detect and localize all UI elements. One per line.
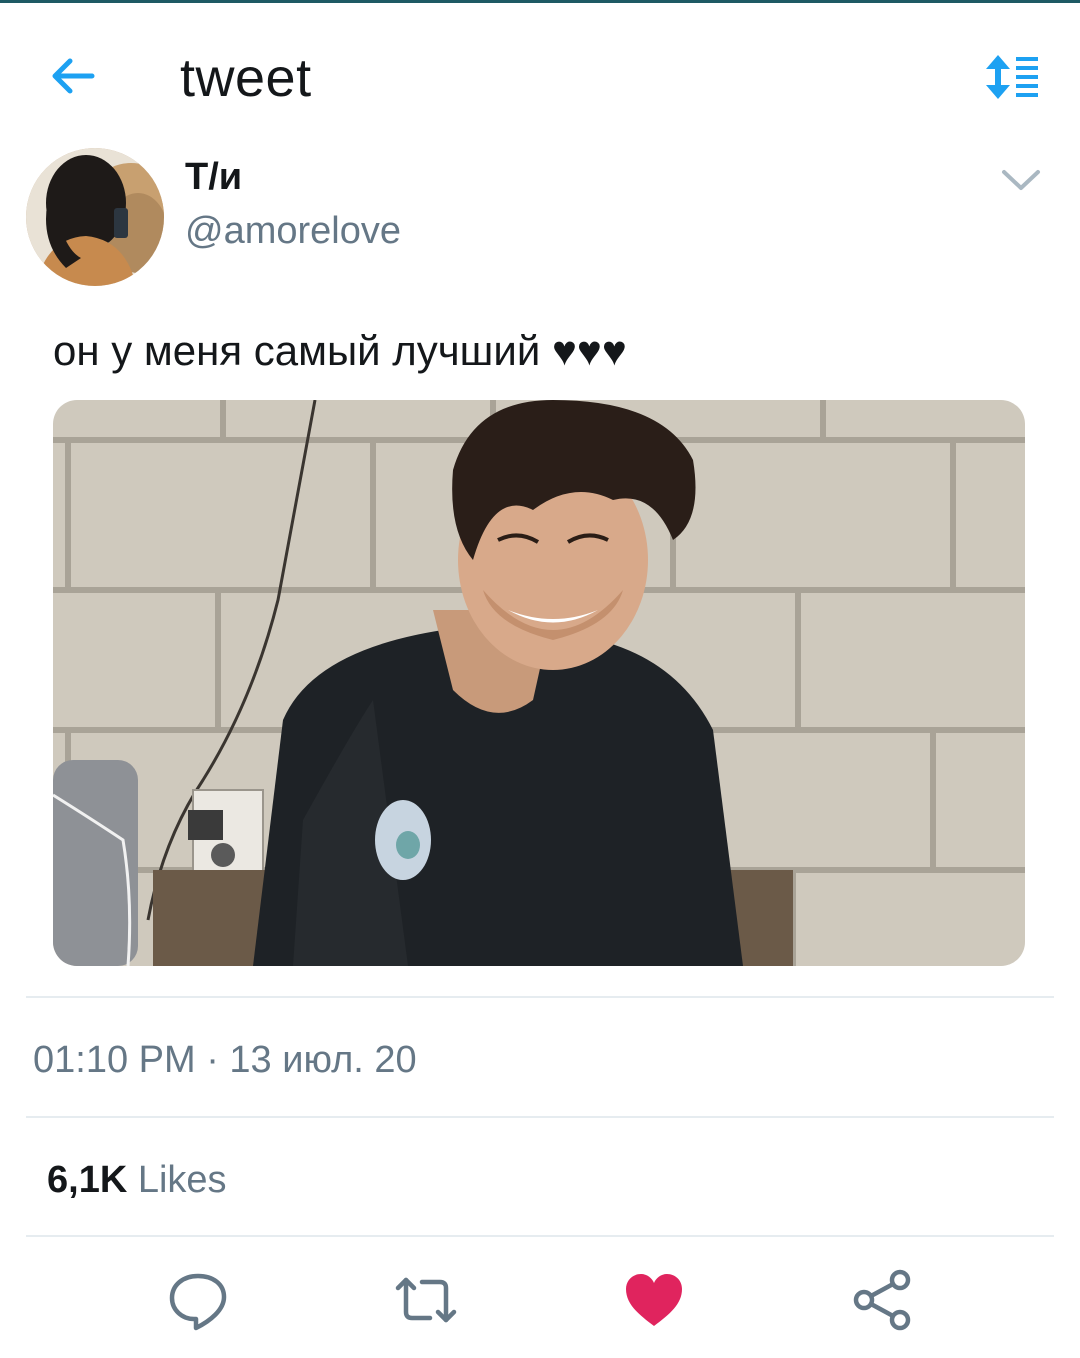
likes-stat[interactable]: 6,1K Likes [47,1156,227,1204]
display-name[interactable]: Т/и [185,154,242,200]
likes-count: 6,1K [47,1159,128,1201]
reply-icon [169,1273,227,1331]
back-button[interactable] [44,51,104,101]
likes-label: Likes [137,1159,227,1201]
avatar[interactable] [26,148,164,286]
tweet-timestamp: 01:10 PM · 13 июл. 20 [33,1039,417,1081]
divider [26,1116,1054,1118]
arrow-left-icon [52,58,95,94]
tweet-photo[interactable] [53,400,1025,966]
retweet-icon [395,1277,457,1323]
page-title: tweet [180,48,312,108]
share-button[interactable] [852,1268,916,1332]
divider [26,996,1054,998]
divider [26,1235,1054,1237]
sort-list-icon [986,55,1038,99]
chevron-down-icon [1002,170,1040,190]
retweet-button[interactable] [394,1268,458,1332]
tweet-text: он у меня самый лучший ♥♥♥ [53,327,627,374]
heart-icon [626,1274,682,1326]
user-handle[interactable]: @amorelove [185,208,401,254]
more-options-button[interactable] [996,160,1046,200]
reply-button[interactable] [166,1268,230,1332]
sort-button[interactable] [982,53,1042,103]
share-icon [853,1269,911,1331]
like-button[interactable] [622,1268,686,1332]
app-header: tweet [0,3,1080,143]
